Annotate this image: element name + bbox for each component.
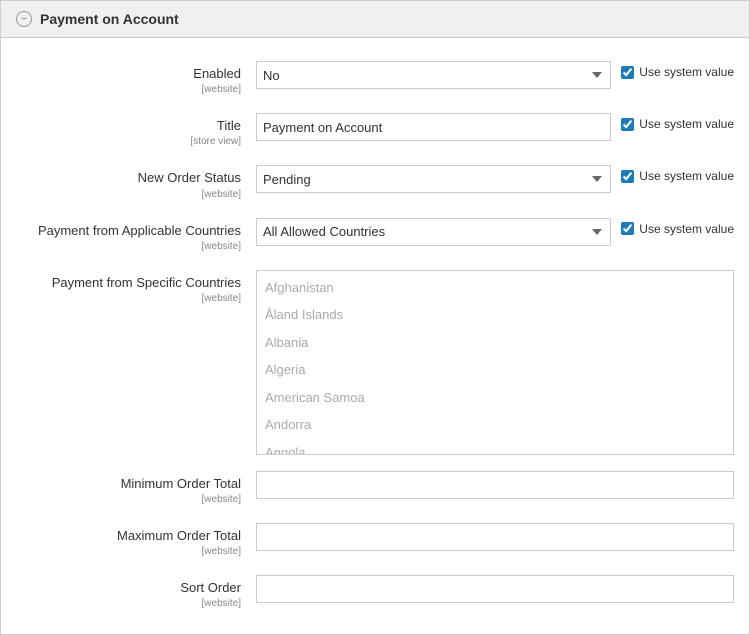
- payment-applicable-system-value-checkbox[interactable]: [621, 222, 634, 235]
- payment-specific-label: Payment from Specific Countries [website…: [16, 270, 256, 306]
- payment-applicable-select[interactable]: All Allowed Countries Specific Countries: [256, 218, 611, 246]
- enabled-control-wrap: No Yes Use system value: [256, 61, 734, 89]
- payment-applicable-system-value-label[interactable]: Use system value: [621, 218, 734, 236]
- title-control-wrap: Use system value: [256, 113, 734, 141]
- minimum-order-total-control-wrap: [256, 471, 734, 499]
- minimum-order-total-row: Minimum Order Total [website]: [1, 463, 749, 515]
- enabled-label: Enabled [website]: [16, 61, 256, 97]
- sort-order-input[interactable]: [256, 575, 734, 603]
- sort-order-label: Sort Order [website]: [16, 575, 256, 611]
- maximum-order-total-label: Maximum Order Total [website]: [16, 523, 256, 559]
- list-item[interactable]: Andorra: [257, 411, 733, 439]
- collapse-icon[interactable]: −: [16, 11, 32, 27]
- title-row: Title [store view] Use system value: [1, 105, 749, 157]
- new-order-status-control-wrap: Pending Processing Use system value: [256, 165, 734, 193]
- form-body: Enabled [website] No Yes Use system valu…: [1, 38, 749, 634]
- list-item[interactable]: Angola: [257, 439, 733, 455]
- payment-applicable-label: Payment from Applicable Countries [websi…: [16, 218, 256, 254]
- new-order-status-row: New Order Status [website] Pending Proce…: [1, 157, 749, 209]
- list-item[interactable]: Albania: [257, 329, 733, 357]
- minimum-order-total-label: Minimum Order Total [website]: [16, 471, 256, 507]
- enabled-select[interactable]: No Yes: [256, 61, 611, 89]
- list-item[interactable]: Åland Islands: [257, 301, 733, 329]
- sort-order-row: Sort Order [website]: [1, 567, 749, 619]
- title-system-value-label[interactable]: Use system value: [621, 113, 734, 131]
- maximum-order-total-control-wrap: [256, 523, 734, 551]
- payment-specific-control-wrap: Afghanistan Åland Islands Albania Algeri…: [256, 270, 734, 455]
- sort-order-control-wrap: [256, 575, 734, 603]
- minimum-order-total-input[interactable]: [256, 471, 734, 499]
- title-system-value-checkbox[interactable]: [621, 118, 634, 131]
- section-header: − Payment on Account: [1, 1, 749, 38]
- payment-applicable-row: Payment from Applicable Countries [websi…: [1, 210, 749, 262]
- new-order-status-select[interactable]: Pending Processing: [256, 165, 611, 193]
- title-input[interactable]: [256, 113, 611, 141]
- payment-applicable-control-wrap: All Allowed Countries Specific Countries…: [256, 218, 734, 246]
- new-order-status-label: New Order Status [website]: [16, 165, 256, 201]
- page-wrapper: − Payment on Account Enabled [website] N…: [0, 0, 750, 635]
- new-order-status-system-value-checkbox[interactable]: [621, 170, 634, 183]
- maximum-order-total-input[interactable]: [256, 523, 734, 551]
- maximum-order-total-row: Maximum Order Total [website]: [1, 515, 749, 567]
- enabled-system-value-label[interactable]: Use system value: [621, 61, 734, 79]
- section-title: Payment on Account: [40, 11, 179, 27]
- countries-listbox[interactable]: Afghanistan Åland Islands Albania Algeri…: [256, 270, 734, 455]
- title-label: Title [store view]: [16, 113, 256, 149]
- enabled-system-value-checkbox[interactable]: [621, 66, 634, 79]
- list-item[interactable]: Algeria: [257, 356, 733, 384]
- list-item[interactable]: American Samoa: [257, 384, 733, 412]
- new-order-status-system-value-label[interactable]: Use system value: [621, 165, 734, 183]
- enabled-row: Enabled [website] No Yes Use system valu…: [1, 53, 749, 105]
- list-item[interactable]: Afghanistan: [257, 274, 733, 302]
- payment-specific-row: Payment from Specific Countries [website…: [1, 262, 749, 463]
